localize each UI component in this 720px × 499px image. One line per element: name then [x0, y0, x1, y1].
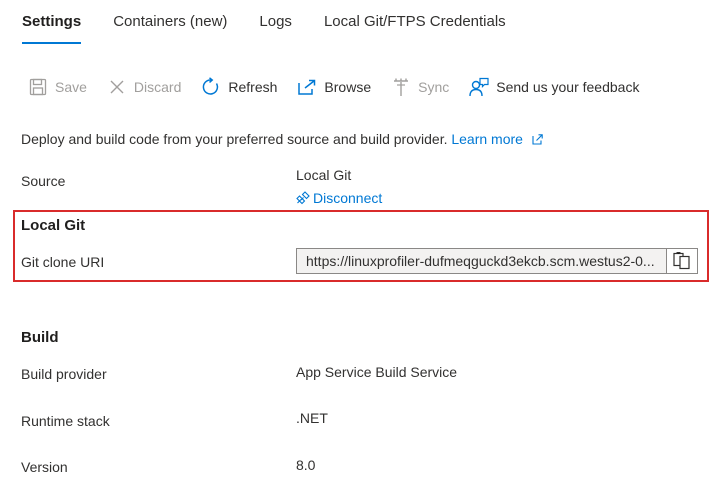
page-description: Deploy and build code from your preferre… — [21, 131, 543, 148]
external-link-icon[interactable] — [532, 132, 543, 148]
command-bar: Save Discard Refresh Browse Sync Send us… — [28, 74, 659, 100]
sync-icon — [391, 77, 411, 97]
disconnect-plug-icon — [296, 191, 310, 205]
sync-label: Sync — [418, 79, 450, 95]
send-feedback-button[interactable]: Send us your feedback — [469, 77, 639, 97]
tab-logs[interactable]: Logs — [259, 0, 292, 44]
sync-button[interactable]: Sync — [391, 77, 449, 97]
local-git-section-title: Local Git — [21, 217, 86, 234]
open-external-icon — [297, 77, 317, 97]
refresh-icon — [201, 77, 221, 97]
close-icon — [107, 77, 127, 97]
feedback-person-icon — [469, 77, 489, 97]
browse-button[interactable]: Browse — [297, 77, 371, 97]
save-button[interactable]: Save — [28, 77, 87, 97]
send-feedback-label: Send us your feedback — [496, 79, 640, 95]
build-section-title: Build — [21, 329, 59, 346]
description-text: Deploy and build code from your preferre… — [21, 131, 448, 147]
disconnect-label: Disconnect — [313, 190, 383, 206]
tab-bar: Settings Containers (new) Logs Local Git… — [22, 0, 538, 44]
build-provider-label: Build provider — [21, 366, 107, 382]
version-label: Version — [21, 459, 68, 475]
git-clone-uri-label: Git clone URI — [21, 254, 105, 270]
save-icon — [28, 77, 48, 97]
browse-label: Browse — [324, 79, 372, 95]
runtime-stack-value: .NET — [296, 410, 328, 426]
disconnect-link[interactable]: Disconnect — [296, 190, 382, 206]
learn-more-link[interactable]: Learn more — [451, 131, 523, 147]
tab-local-git-ftps-credentials[interactable]: Local Git/FTPS Credentials — [324, 0, 506, 44]
source-label: Source — [21, 173, 66, 189]
copy-button[interactable] — [666, 249, 697, 273]
version-value: 8.0 — [296, 457, 316, 473]
save-label: Save — [55, 79, 87, 95]
tab-settings[interactable]: Settings — [22, 0, 82, 44]
tab-containers-new[interactable]: Containers (new) — [113, 0, 227, 44]
discard-button[interactable]: Discard — [107, 77, 181, 97]
copy-icon — [672, 252, 692, 270]
source-value: Local Git — [296, 167, 352, 183]
refresh-button[interactable]: Refresh — [201, 77, 277, 97]
git-clone-uri-value[interactable]: https://linuxprofiler-dufmeqguckd3ekcb.s… — [297, 253, 666, 269]
git-clone-uri-field[interactable]: https://linuxprofiler-dufmeqguckd3ekcb.s… — [296, 248, 698, 274]
refresh-label: Refresh — [228, 79, 278, 95]
build-provider-value: App Service Build Service — [296, 364, 458, 380]
discard-label: Discard — [133, 79, 182, 95]
runtime-stack-label: Runtime stack — [21, 413, 110, 429]
deployment-center-page: Settings Containers (new) Logs Local Git… — [0, 0, 720, 499]
